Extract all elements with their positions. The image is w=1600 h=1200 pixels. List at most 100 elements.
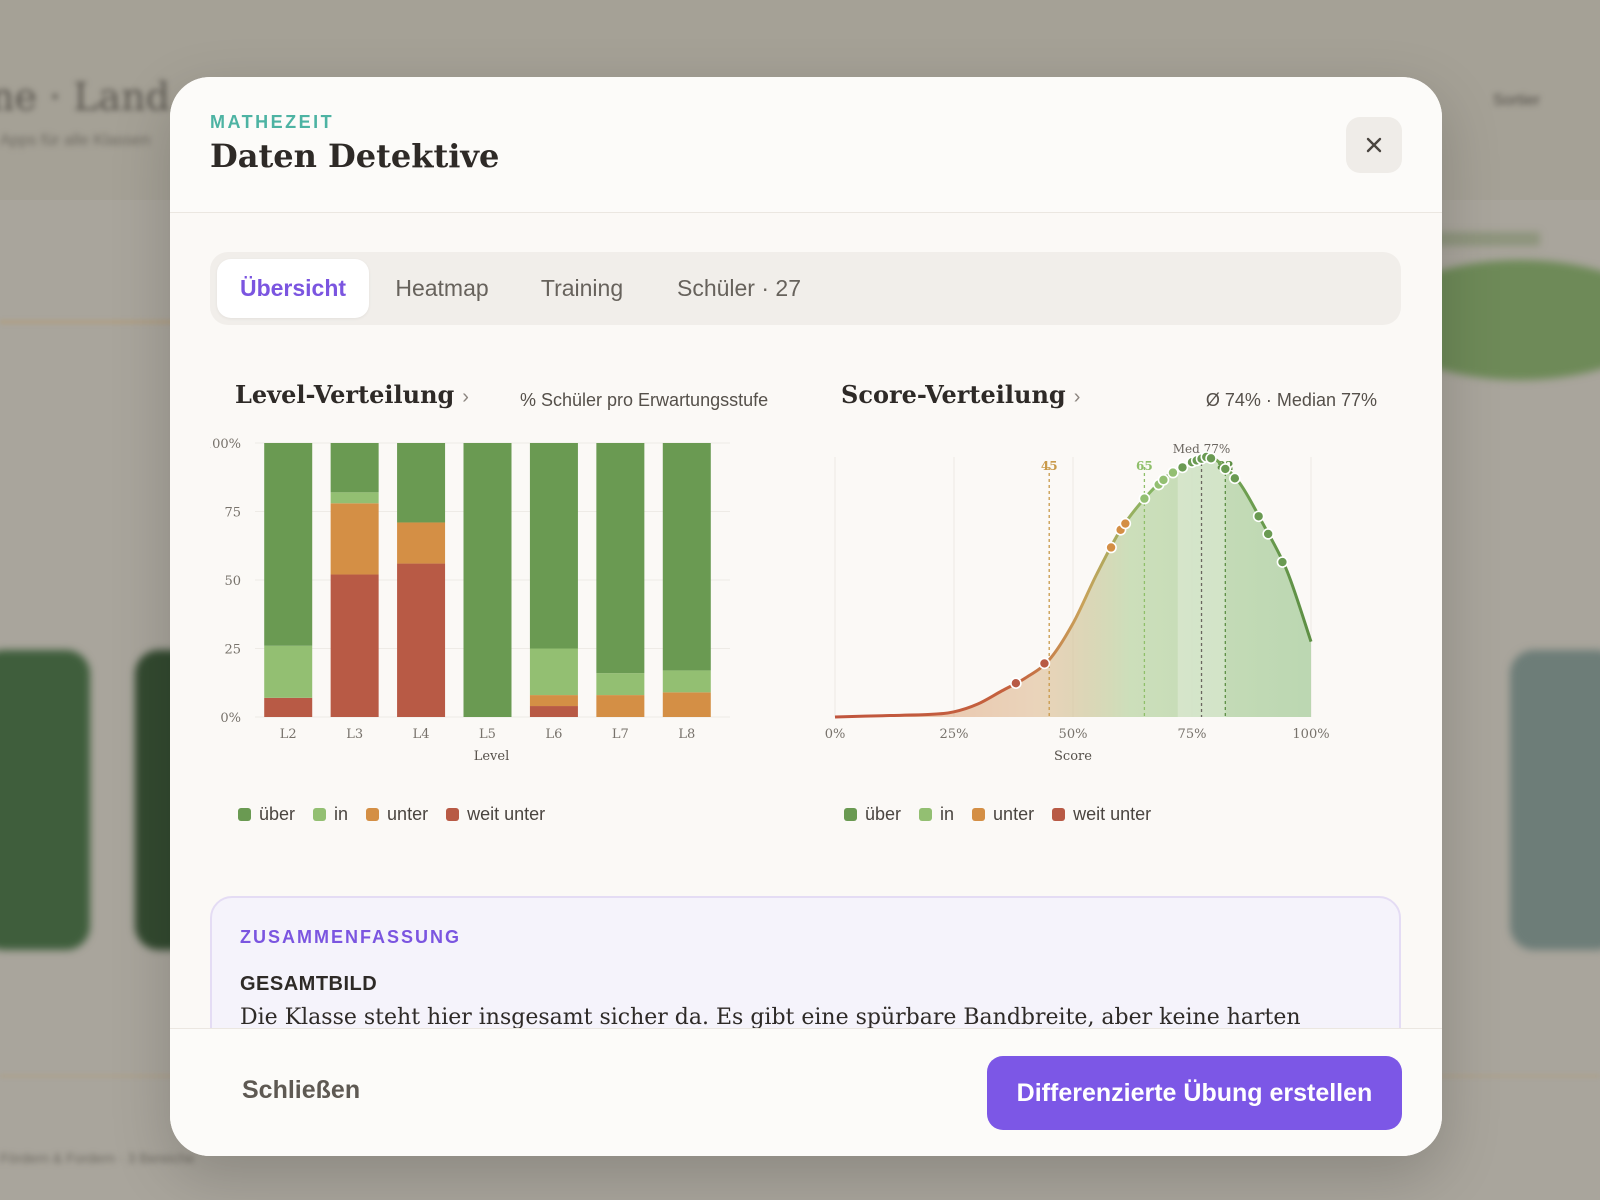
legend-item: über — [238, 804, 295, 825]
bar-segment — [264, 443, 313, 646]
x-tick-label: 100% — [1292, 727, 1329, 742]
background-card — [0, 650, 90, 950]
legend-item: in — [313, 804, 348, 825]
y-tick-label: 0% — [220, 711, 241, 726]
create-differentiated-exercise-button[interactable]: Differenzierte Übung erstellen — [987, 1056, 1402, 1130]
close-icon — [1366, 137, 1382, 153]
legend-item: weit unter — [446, 804, 545, 825]
bar-segment — [330, 443, 379, 493]
legend-swatch — [844, 808, 857, 821]
legend-swatch — [366, 808, 380, 821]
x-tick-label: 25% — [940, 727, 969, 742]
legend-item: weit unter — [1052, 804, 1151, 825]
background-card — [1510, 650, 1600, 950]
student-point — [1119, 517, 1132, 530]
background-bottom-text: Fördern & Fordern · 3 Bereiche — [0, 1150, 195, 1166]
y-tick-label: 25 — [224, 643, 241, 658]
x-tick-label: L4 — [413, 727, 430, 742]
tab-bar: Übersicht Heatmap Training Schüler · 27 — [210, 252, 1401, 325]
legend-label: weit unter — [1073, 804, 1152, 824]
summary-heading: GESAMTBILD — [240, 973, 378, 995]
x-tick-label: 50% — [1059, 727, 1088, 742]
legend-swatch — [313, 808, 327, 821]
modal-title: Daten Detektive — [210, 137, 500, 175]
legend-item: unter — [972, 804, 1034, 825]
bar-segment — [596, 673, 645, 696]
bar-segment — [330, 574, 379, 717]
tab-schueler[interactable]: Schüler · 27 — [664, 259, 814, 318]
student-point — [1252, 510, 1265, 523]
x-tick-label: L8 — [678, 727, 695, 742]
tab-heatmap[interactable]: Heatmap — [382, 259, 502, 318]
student-point — [1276, 556, 1289, 568]
bar-segment — [662, 443, 711, 671]
legend-label: in — [940, 804, 955, 824]
modal-header: MATHEZEIT Daten Detektive — [170, 77, 1442, 213]
y-tick-label: 50 — [224, 574, 241, 589]
bar-segment — [529, 648, 578, 696]
x-tick-label: L3 — [346, 727, 363, 742]
chevron-right-icon: › — [1073, 386, 1081, 408]
legend-label: unter — [387, 804, 429, 824]
bar-segment — [463, 443, 512, 717]
legend-swatch — [238, 808, 251, 821]
legend-label: weit unter — [467, 804, 546, 824]
y-tick-label: 100% — [210, 437, 241, 452]
bar-segment — [529, 443, 578, 649]
student-point — [1219, 463, 1232, 475]
tab-training[interactable]: Training — [528, 259, 636, 318]
student-point — [1138, 492, 1151, 505]
bar-segment — [397, 522, 446, 564]
score-chart-legend: über in unter weit unter — [844, 804, 1151, 825]
legend-swatch — [919, 808, 933, 821]
bar-segment — [264, 697, 313, 717]
bar-segment — [397, 443, 446, 523]
legend-item: über — [844, 804, 901, 825]
x-tick-label: L5 — [479, 727, 496, 742]
legend-label: in — [334, 804, 349, 824]
x-tick-label: 0% — [825, 727, 846, 742]
x-tick-label: L2 — [280, 727, 297, 742]
level-bar-chart: 0% 25 50 75 100% L2 L3 L4 L5 L6 L7 L8 Level — [210, 437, 730, 764]
student-point — [1157, 474, 1170, 486]
legend-label: über — [259, 804, 296, 824]
student-point — [1010, 677, 1022, 689]
student-point — [1167, 466, 1179, 479]
marker-label: 45 — [1041, 459, 1058, 473]
summary-label: ZUSAMMENFASSUNG — [240, 927, 462, 947]
bar-segment — [529, 695, 578, 707]
background-sort-label: Sortier — [1492, 92, 1540, 109]
x-axis-label: Level — [474, 749, 510, 764]
brand-label: MATHEZEIT — [210, 112, 335, 132]
student-point — [1105, 541, 1117, 554]
bar-segment — [662, 692, 711, 717]
level-chart-title-link[interactable]: Level-Verteilung › — [235, 380, 469, 409]
close-text-button[interactable]: Schließen — [242, 1076, 360, 1105]
legend-swatch — [1052, 808, 1066, 821]
legend-item: unter — [366, 804, 428, 825]
bar-segment — [529, 706, 578, 717]
score-density-chart: 0%25%50%75%100%Score4565Med 77%82 — [825, 442, 1330, 764]
level-chart-title: Level-Verteilung — [235, 380, 455, 409]
score-chart-title-link[interactable]: Score-Verteilung › — [841, 380, 1080, 409]
report-modal: MATHEZEIT Daten Detektive Übersicht Heat… — [170, 77, 1442, 1156]
modal-footer: Schließen Differenzierte Übung erstellen — [170, 1028, 1442, 1156]
bar-segment — [596, 443, 645, 674]
x-tick-label: L7 — [612, 727, 629, 742]
x-tick-label: 75% — [1178, 727, 1207, 742]
student-point — [1262, 528, 1274, 540]
level-chart-legend: über in unter weit unter — [238, 804, 545, 825]
bar-segment — [330, 503, 379, 575]
student-point — [1205, 452, 1217, 465]
background-title: ne · Land — [0, 75, 170, 119]
x-axis-label: Score — [1054, 749, 1092, 764]
y-tick-label: 75 — [224, 506, 241, 521]
bar-segment — [662, 670, 711, 693]
x-tick-label: L6 — [545, 727, 562, 742]
close-button[interactable] — [1346, 117, 1402, 173]
legend-label: über — [865, 804, 902, 824]
bar-segment — [596, 695, 645, 717]
tab-uebersicht[interactable]: Übersicht — [217, 259, 369, 318]
chevron-right-icon: › — [462, 386, 469, 408]
bar-segment — [264, 645, 313, 698]
